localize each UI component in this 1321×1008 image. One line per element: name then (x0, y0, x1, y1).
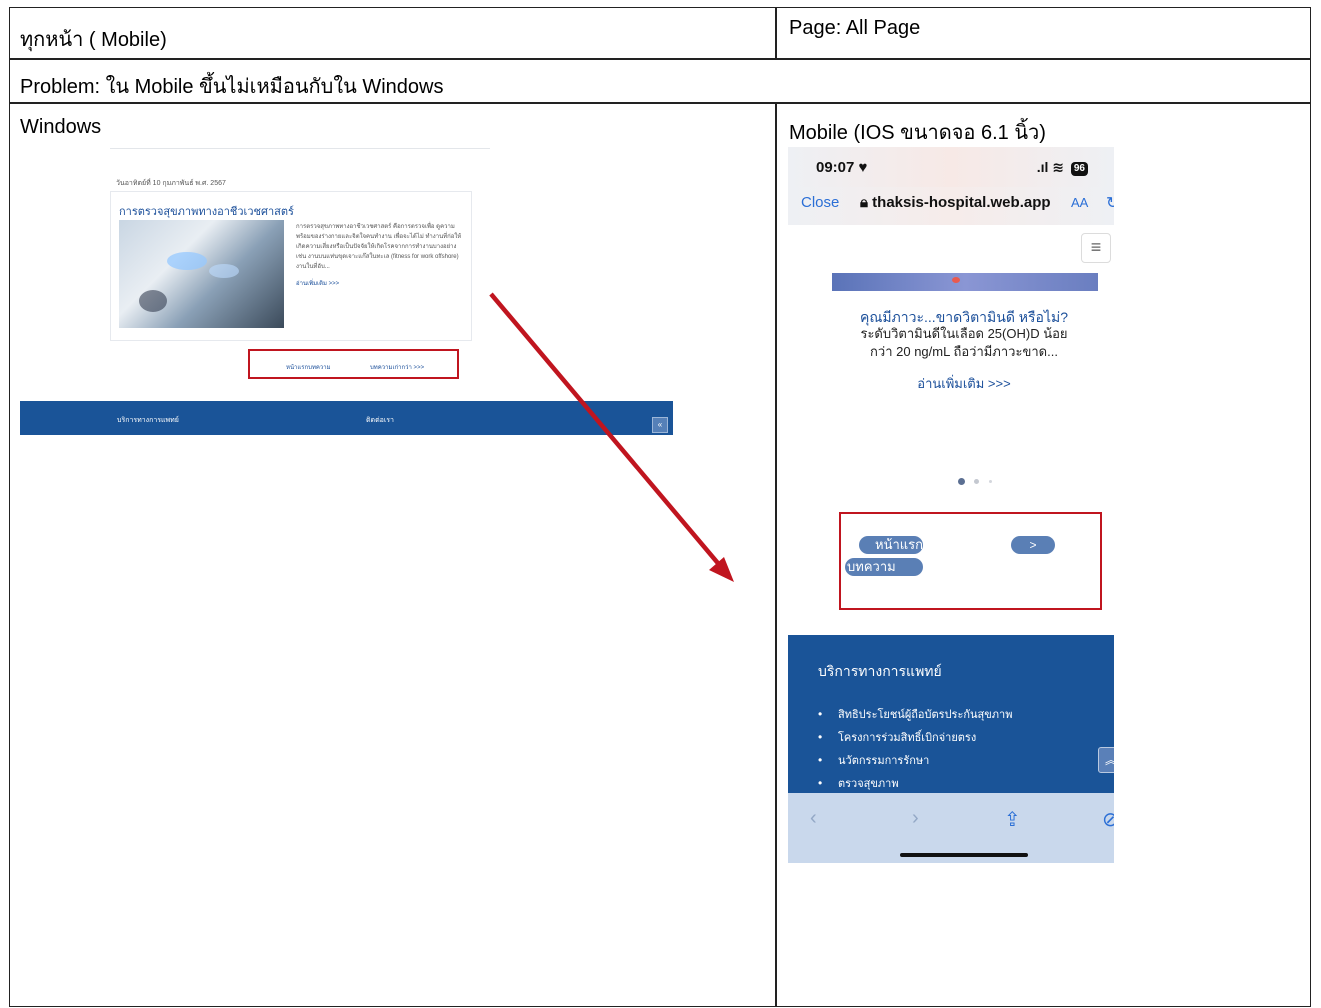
read-more-link[interactable]: อ่านเพิ่มเติม >>> (788, 373, 1114, 394)
first-page-button-line1[interactable]: หน้าแรก (859, 536, 923, 554)
battery-icon: 96 (1070, 162, 1088, 176)
image-detail (952, 277, 960, 283)
heart-icon: ♥ (858, 159, 868, 176)
carousel-dot[interactable] (974, 479, 980, 485)
excerpt-line: ระดับวิตามินดีในเลือด 25(OH)D น้อย (860, 326, 1068, 341)
signal-icon: .ıl (1036, 159, 1049, 175)
close-button[interactable]: Close (801, 194, 839, 211)
article-excerpt: ระดับวิตามินดีในเลือด 25(OH)D น้อย กว่า … (788, 325, 1114, 361)
footer-link[interactable]: นวัตกรรมการรักษา (818, 749, 1012, 772)
arrow-annotation (489, 292, 734, 582)
chevron-up-double-icon[interactable]: ︽ (1098, 747, 1114, 773)
next-page-button[interactable]: > (1011, 536, 1055, 554)
share-icon[interactable]: ⇪ (1004, 807, 1021, 832)
excerpt-line: กว่า 20 ng/mL ถือว่ามีภาวะขาด... (870, 344, 1058, 359)
back-icon[interactable]: ‹ (810, 807, 817, 830)
arrow-line (489, 292, 724, 570)
url-field[interactable]: 🔒︎ thaksis-hospital.web.app (860, 194, 1051, 211)
compass-icon[interactable]: ⊘ (1102, 807, 1114, 832)
mobile-screenshot: 09:07 ♥ .ıl ≋ 96 Close 🔒︎ thaksis-hospit… (788, 147, 1114, 863)
reload-icon[interactable]: ↻ (1106, 193, 1114, 213)
hamburger-menu-icon[interactable]: ≡ (1081, 233, 1111, 263)
footer-link[interactable]: โครงการร่วมสิทธิ์เบิกจ่ายตรง (818, 726, 1012, 749)
pager-highlight-box: หน้าแรก บทความ > (839, 512, 1102, 610)
carousel-dots[interactable] (958, 473, 997, 491)
safari-address-bar: Close 🔒︎ thaksis-hospital.web.app AA ↻ (788, 187, 1114, 225)
first-page-button-line2[interactable]: บทความ (845, 558, 923, 576)
ios-status-bar: 09:07 ♥ .ıl ≋ 96 (788, 147, 1114, 187)
forward-icon[interactable]: › (912, 807, 919, 830)
footer-medical-services: บริการทางการแพทย์ (818, 663, 942, 679)
carousel-dot-active[interactable] (958, 478, 965, 486)
status-icons: .ıl ≋ 96 (1037, 159, 1088, 176)
footer-links: สิทธิประโยชน์ผู้ถือบัตรประกันสุขภาพ โครง… (818, 703, 1012, 795)
article-image[interactable] (832, 273, 1098, 291)
lock-icon: 🔒︎ (860, 194, 868, 211)
status-time: 09:07 ♥ (816, 159, 868, 176)
home-indicator (900, 853, 1028, 857)
footer-link[interactable]: สิทธิประโยชน์ผู้ถือบัตรประกันสุขภาพ (818, 703, 1012, 726)
site-footer: บริการทางการแพทย์ สิทธิประโยชน์ผู้ถือบัต… (788, 635, 1114, 793)
text-size-button[interactable]: AA (1071, 195, 1088, 210)
arrow-head (709, 557, 734, 582)
carousel-dot[interactable] (988, 480, 992, 484)
wifi-icon: ≋ (1052, 159, 1064, 175)
safari-toolbar: ‹ › ⇪ ⊘ (788, 793, 1114, 863)
footer-link[interactable]: ตรวจสุขภาพ (818, 772, 1012, 795)
